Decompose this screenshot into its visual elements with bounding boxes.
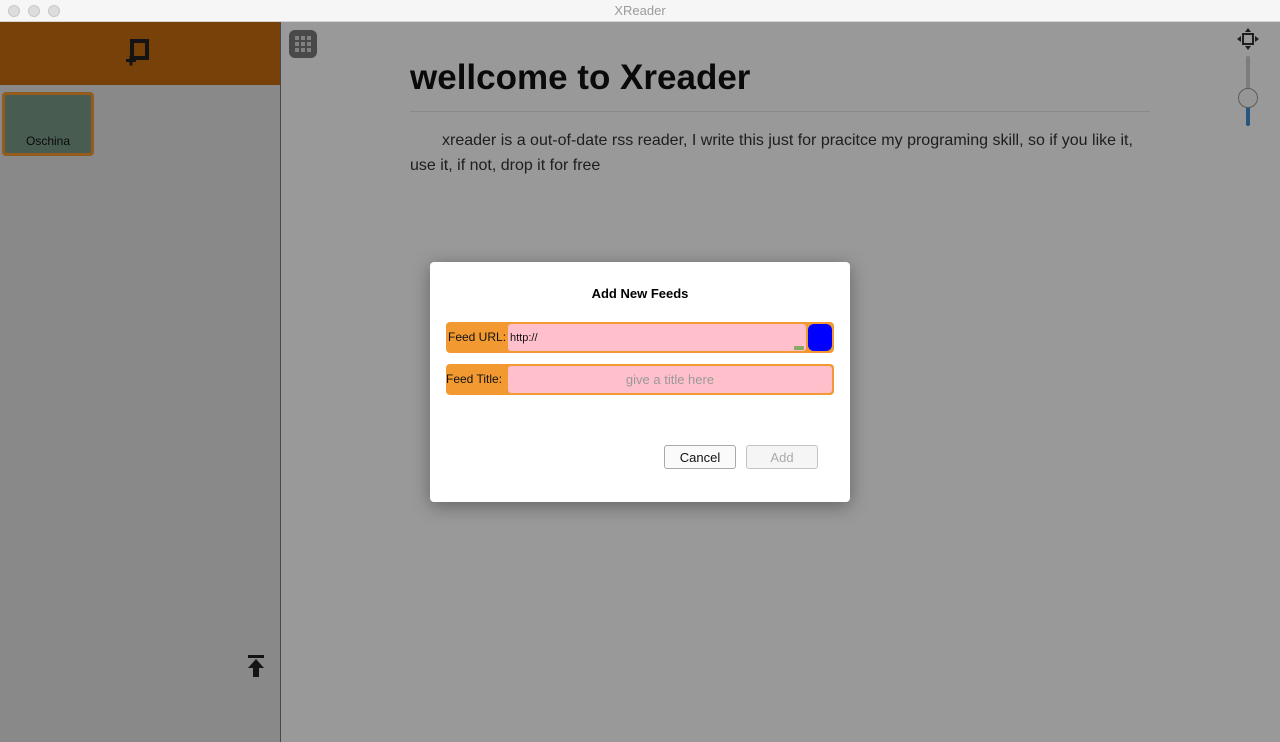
add-button[interactable]: Add [746, 445, 818, 469]
feed-url-label: Feed URL: [448, 330, 507, 344]
fetch-feed-button[interactable] [808, 324, 832, 351]
feed-title-row: Feed Title: [446, 364, 834, 395]
cancel-button[interactable]: Cancel [664, 445, 736, 469]
feed-url-row: Feed URL: [446, 322, 834, 353]
window-title: XReader [614, 3, 666, 18]
feed-title-input[interactable] [508, 366, 832, 393]
window-titlebar: XReader [0, 0, 1280, 22]
dialog-title: Add New Feeds [591, 286, 689, 301]
feed-url-input[interactable] [508, 324, 806, 351]
feed-title-label: Feed Title: [446, 372, 503, 386]
input-resize-grip [794, 346, 804, 350]
add-feed-dialog: Add New Feeds Feed URL: Feed Title: Canc… [430, 262, 850, 502]
